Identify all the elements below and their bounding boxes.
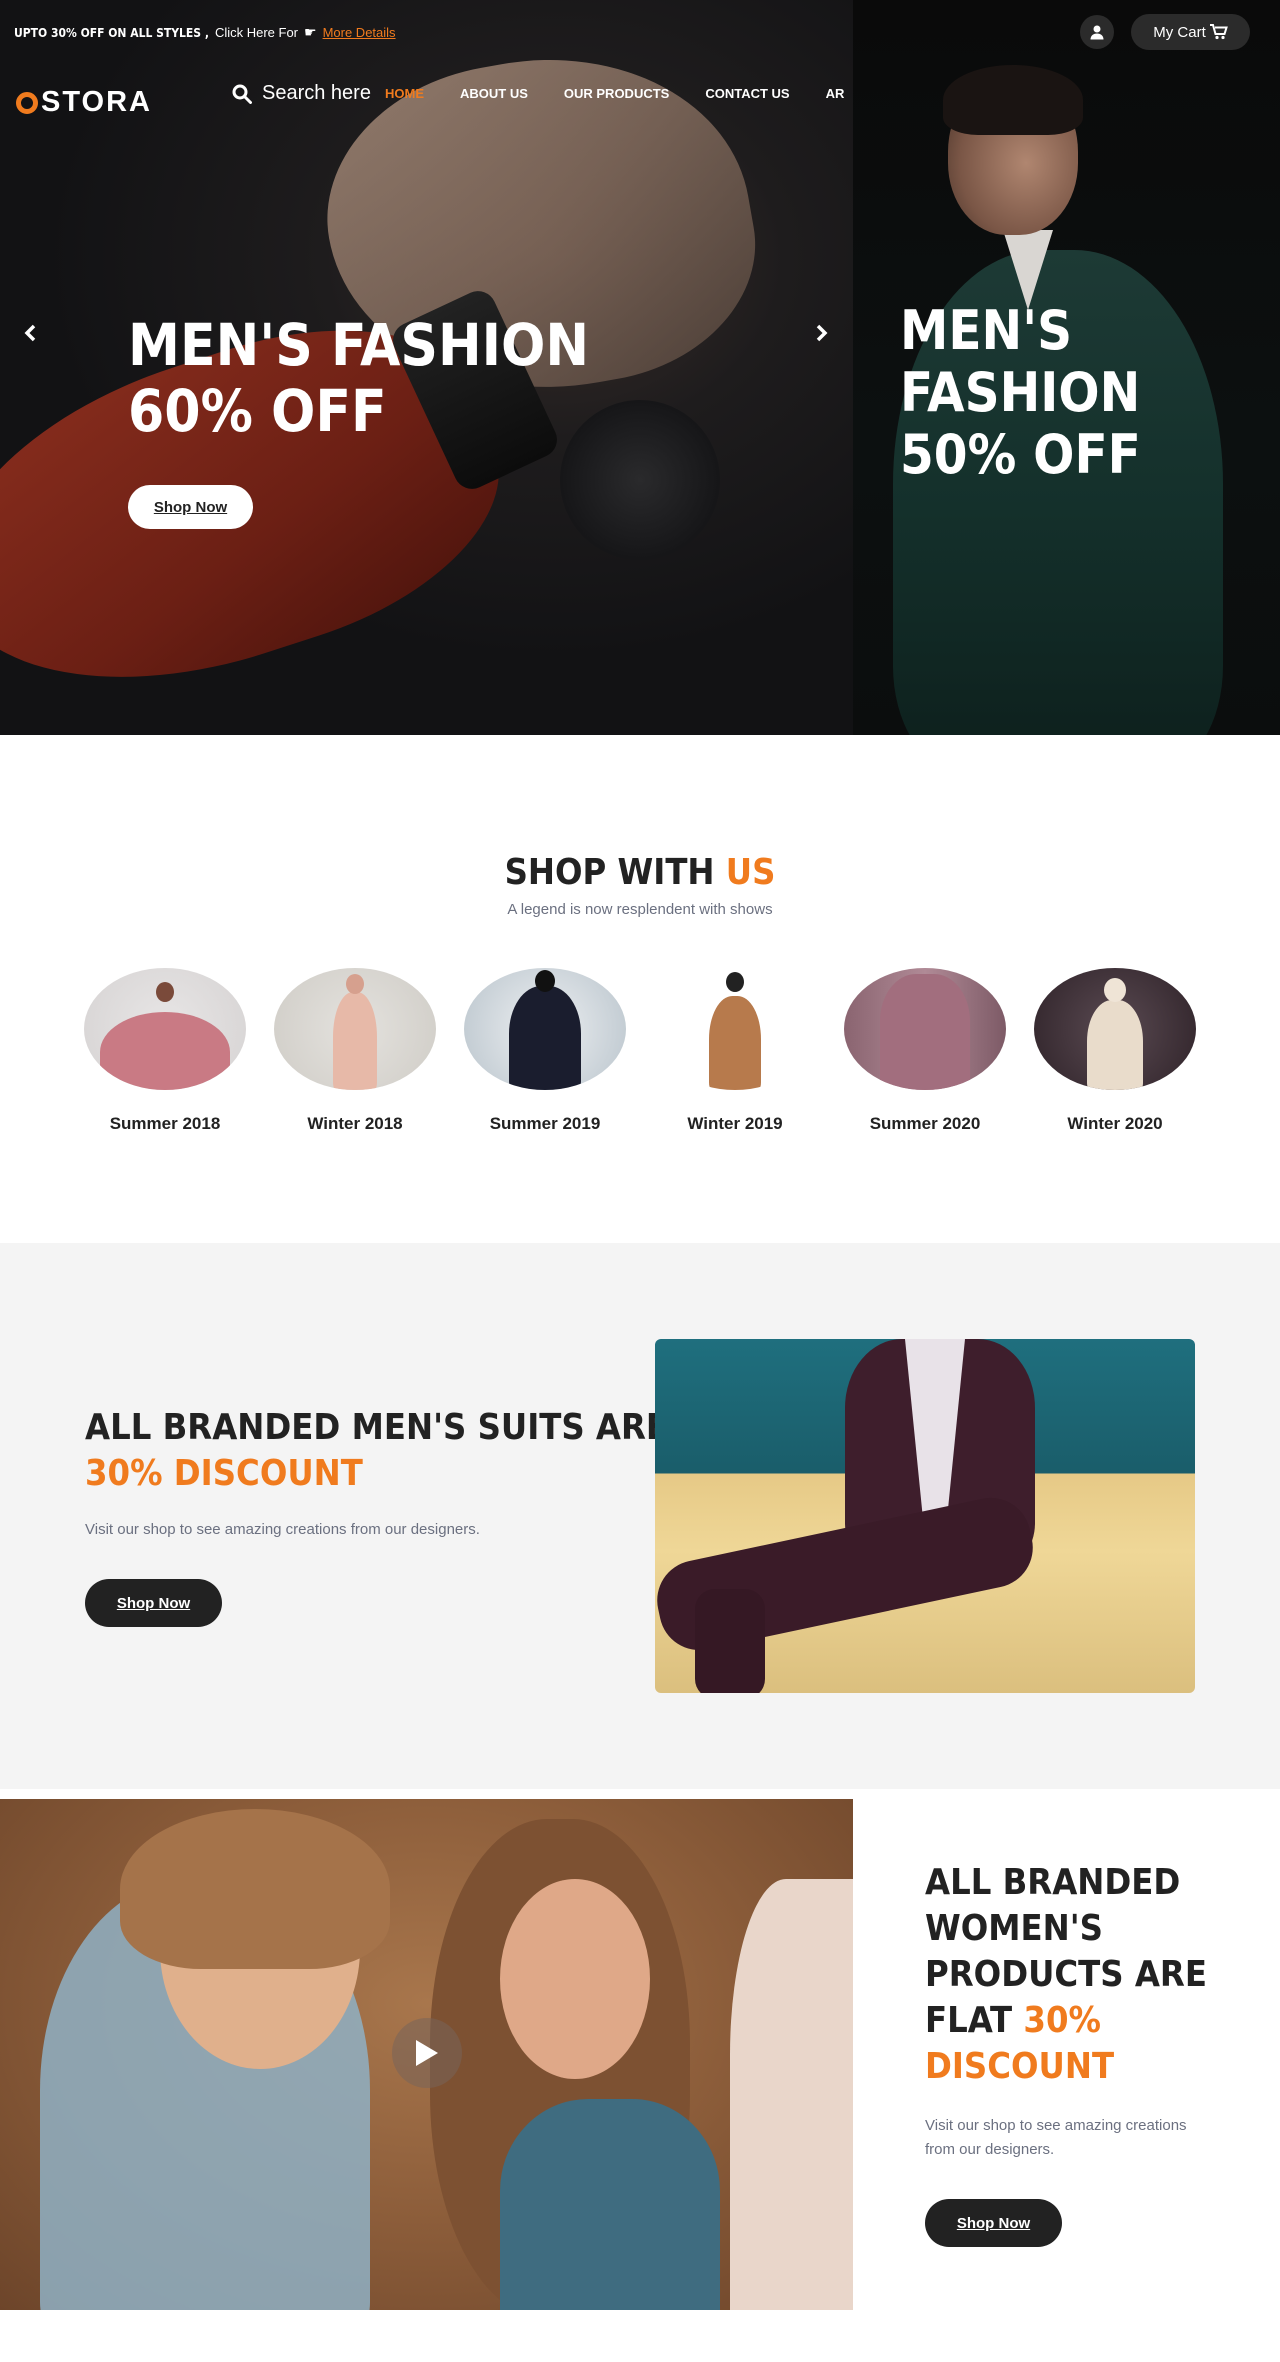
cart-icon xyxy=(1209,24,1228,40)
promo-banner: UPTO 30% OFF ON ALL STYLES , Click Here … xyxy=(14,24,396,41)
suits-image xyxy=(655,1339,1195,1693)
search-icon xyxy=(232,84,252,104)
my-cart-button[interactable]: My Cart xyxy=(1131,14,1250,50)
collection-image[interactable] xyxy=(1034,968,1196,1090)
suits-description: Visit our shop to see amazing creations … xyxy=(85,1521,480,1538)
user-icon xyxy=(1090,25,1104,40)
search-trigger[interactable]: Search here xyxy=(232,82,371,105)
shop-section-title: SHOP WITH US xyxy=(0,852,1280,893)
collection-label[interactable]: Summer 2020 xyxy=(870,1114,981,1134)
brand-logo[interactable]: STORA xyxy=(16,86,152,119)
logo-text: STORA xyxy=(41,86,152,118)
slider-prev-button[interactable] xyxy=(18,318,42,348)
top-bar: UPTO 30% OFF ON ALL STYLES , Click Here … xyxy=(0,0,1280,64)
user-account-button[interactable] xyxy=(1080,15,1114,49)
main-nav: HOME ABOUT US OUR PRODUCTS CONTACT US AR xyxy=(385,86,853,108)
shop-title-accent: US xyxy=(725,852,776,893)
more-details-link[interactable]: More Details xyxy=(323,25,396,40)
slider-next-button[interactable] xyxy=(810,318,834,348)
chevron-right-icon xyxy=(816,324,828,342)
play-icon xyxy=(416,2040,438,2066)
hero-next-heading: MEN'S FASHION 50% OFF xyxy=(900,300,1280,486)
nav-more[interactable]: AR xyxy=(826,86,845,108)
hero-heading-line2: 60% OFF xyxy=(128,377,387,445)
women-heading: ALL BRANDED WOMEN'S PRODUCTS ARE FLAT 30… xyxy=(925,1860,1225,2090)
shop-title-main: SHOP WITH xyxy=(504,852,726,893)
collection-image[interactable] xyxy=(844,968,1006,1090)
collection-label[interactable]: Winter 2019 xyxy=(687,1114,782,1134)
collection-label[interactable]: Summer 2018 xyxy=(110,1114,221,1134)
collection-image[interactable] xyxy=(84,968,246,1090)
collection-image[interactable] xyxy=(464,968,626,1090)
hero-slider: UPTO 30% OFF ON ALL STYLES , Click Here … xyxy=(0,0,1280,735)
collection-label[interactable]: Winter 2018 xyxy=(307,1114,402,1134)
collection-item[interactable]: Winter 2019 xyxy=(654,968,816,1138)
promo-click-text: Click Here For xyxy=(214,25,299,40)
collection-item[interactable]: Summer 2018 xyxy=(84,968,246,1138)
collection-item[interactable]: Summer 2020 xyxy=(844,968,1006,1138)
collection-image[interactable] xyxy=(654,968,816,1090)
hero-next-heading-line2: 50% OFF xyxy=(900,423,1141,486)
nav-contact-us[interactable]: CONTACT US xyxy=(705,86,789,108)
promo-text: UPTO 30% OFF ON ALL STYLES , xyxy=(14,25,209,40)
chevron-left-icon xyxy=(24,324,36,342)
logo-o-mark xyxy=(16,91,38,114)
collection-label[interactable]: Summer 2019 xyxy=(490,1114,601,1134)
hero-heading: MEN'S FASHION 60% OFF xyxy=(128,312,589,444)
hero-heading-line1: MEN'S FASHION xyxy=(128,311,590,379)
hero-next-heading-line1: MEN'S FASHION xyxy=(900,299,1141,424)
collection-image[interactable] xyxy=(274,968,436,1090)
shop-section-subtitle: A legend is now resplendent with shows xyxy=(507,901,773,918)
women-shop-now-button[interactable]: Shop Now xyxy=(925,2199,1062,2247)
hero-shop-now-button[interactable]: Shop Now xyxy=(128,485,253,529)
pointing-hand-icon: ☛ xyxy=(304,24,317,40)
women-description: Visit our shop to see amazing creations … xyxy=(925,2117,1187,2158)
collection-item[interactable]: Winter 2020 xyxy=(1034,968,1196,1138)
collection-item[interactable]: Summer 2019 xyxy=(464,968,626,1138)
mens-suits-promo: ALL BRANDED MEN'S SUITS ARE FLAT 30% DIS… xyxy=(0,1243,1280,1789)
nav-about-us[interactable]: ABOUT US xyxy=(460,86,528,108)
nav-our-products[interactable]: OUR PRODUCTS xyxy=(564,86,669,108)
cart-label: My Cart xyxy=(1153,23,1206,41)
nav-home[interactable]: HOME xyxy=(385,86,424,108)
collections-list: Summer 2018 Winter 2018 Summer 2019 Wint… xyxy=(84,968,1196,1138)
womens-video-thumbnail[interactable] xyxy=(0,1799,853,2310)
collection-item[interactable]: Winter 2018 xyxy=(274,968,436,1138)
suits-shop-now-button[interactable]: Shop Now xyxy=(85,1579,222,1627)
play-video-button[interactable] xyxy=(392,2018,462,2088)
collection-label[interactable]: Winter 2020 xyxy=(1067,1114,1162,1134)
search-label: Search here xyxy=(262,82,371,104)
